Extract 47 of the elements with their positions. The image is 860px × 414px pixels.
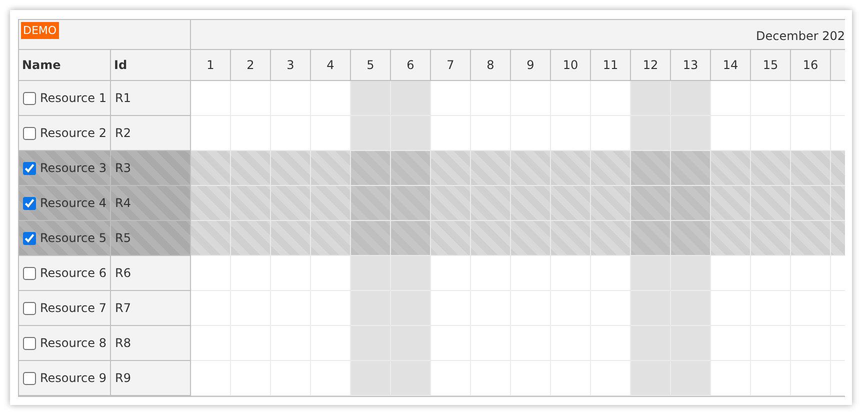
row-checkbox[interactable] [23, 336, 36, 350]
column-header: Id [113, 57, 128, 74]
resource-name: Resource 4 [40, 196, 106, 210]
day-header: 15 [751, 50, 791, 80]
resource-name: Resource 6 [40, 266, 106, 280]
resource-id: R1 [115, 91, 131, 105]
row-checkbox[interactable] [23, 372, 36, 384]
day-header: 2 [231, 50, 271, 80]
day-header: 10 [551, 50, 591, 80]
day-header: 5 [351, 50, 391, 80]
day-header: 3 [271, 50, 311, 80]
resource-id: R9 [115, 371, 131, 385]
day-header: 8 [471, 50, 511, 80]
demo-badge: DEMO [21, 22, 59, 39]
resource-id: R6 [115, 266, 131, 280]
resource-name: Resource 5 [40, 231, 106, 245]
row-checkbox[interactable] [23, 126, 36, 140]
row-checkbox[interactable] [23, 302, 36, 314]
month-header: December 202 [756, 28, 845, 42]
row-checkbox[interactable] [23, 196, 36, 210]
resource-name: Resource 9 [40, 371, 106, 385]
day-header: 13 [671, 50, 711, 80]
day-header: 7 [431, 50, 471, 80]
resource-id: R7 [115, 301, 131, 315]
row-checkbox[interactable] [23, 92, 36, 104]
day-header: 9 [511, 50, 551, 80]
day-header: 12 [631, 50, 671, 80]
resource-id: R3 [115, 161, 131, 175]
row-checkbox[interactable] [23, 232, 36, 244]
day-header: 14 [711, 50, 751, 80]
day-header: 11 [591, 50, 631, 80]
resource-id: R8 [115, 336, 131, 350]
resource-id: R2 [115, 126, 131, 140]
resource-id: R4 [115, 196, 131, 210]
row-checkbox[interactable] [23, 162, 36, 174]
resource-id: R5 [115, 231, 131, 245]
day-header: 6 [391, 50, 431, 80]
column-header: Name [19, 50, 111, 80]
day-header: 4 [311, 50, 351, 80]
resource-name: Resource 2 [40, 126, 106, 140]
day-header: 1 [191, 50, 231, 80]
row-checkbox[interactable] [23, 266, 36, 280]
resource-name: Resource 1 [40, 91, 106, 105]
resource-name: Resource 3 [40, 161, 106, 175]
resource-name: Resource 7 [40, 301, 106, 315]
resource-name: Resource 8 [40, 336, 106, 350]
day-header: 16 [791, 50, 831, 80]
